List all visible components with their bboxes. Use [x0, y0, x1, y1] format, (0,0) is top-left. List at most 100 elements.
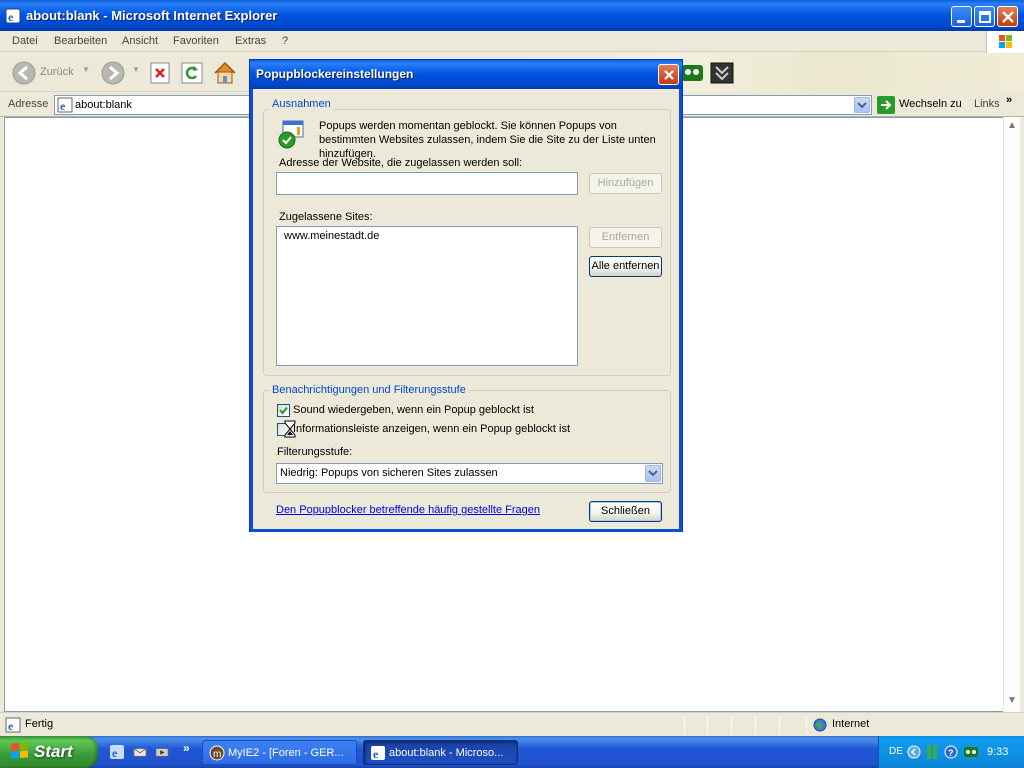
security-zone: Internet — [832, 718, 870, 730]
chevron-down-icon — [857, 102, 867, 109]
checkmark-icon — [279, 406, 288, 415]
popup-blocker-icon — [278, 120, 304, 149]
dialog-title: Popupblockereinstellungen — [256, 67, 414, 81]
site-address-input[interactable] — [276, 172, 578, 195]
status-bar: e Fertig Internet — [0, 712, 1024, 736]
status-divider — [684, 716, 685, 734]
messenger-tray-icon[interactable] — [963, 745, 979, 759]
ie-quicklaunch-icon[interactable]: e — [110, 745, 124, 759]
go-arrow-icon — [877, 96, 895, 114]
faq-link[interactable]: Den Popupblocker betreffende häufig gest… — [276, 504, 540, 516]
dialog-border — [679, 89, 682, 531]
mail-quicklaunch-icon[interactable] — [133, 745, 147, 759]
globe-icon — [813, 718, 827, 732]
stop-icon[interactable] — [150, 62, 170, 84]
clock[interactable]: 9:33 — [987, 746, 1008, 758]
extra-tool-icon[interactable] — [710, 62, 734, 84]
language-indicator[interactable]: DE — [889, 746, 903, 757]
notifications-group-title: Benachrichtigungen und Filterungsstufe — [270, 384, 468, 396]
filter-level-select[interactable]: Niedrig: Popups von sicheren Sites zulas… — [276, 463, 663, 484]
filter-level-value: Niedrig: Popups von sicheren Sites zulas… — [280, 467, 498, 479]
window-title: about:blank - Microsoft Internet Explore… — [26, 8, 278, 23]
dialog-close-button[interactable] — [658, 64, 679, 85]
messenger-icon[interactable] — [680, 62, 704, 84]
page-icon: e — [57, 97, 73, 113]
menu-file[interactable]: Datei — [12, 35, 38, 47]
close-button[interactable] — [997, 6, 1018, 27]
refresh-icon[interactable] — [181, 62, 203, 84]
start-label: Start — [34, 742, 73, 761]
svg-text:?: ? — [948, 748, 954, 758]
infobar-checkbox-label[interactable]: Informationsleiste anzeigen, wenn ein Po… — [293, 423, 570, 435]
svg-text:m: m — [213, 749, 221, 760]
dialog-border — [250, 529, 682, 532]
filter-level-label: Filterungsstufe: — [277, 446, 353, 458]
start-button[interactable]: Start — [0, 736, 98, 768]
menu-tools[interactable]: Extras — [235, 35, 266, 47]
close-icon — [1002, 11, 1014, 23]
menu-view[interactable]: Ansicht — [122, 35, 158, 47]
close-dialog-button[interactable]: Schließen — [589, 501, 662, 522]
minimize-button[interactable] — [951, 6, 972, 27]
exceptions-group-title: Ausnahmen — [270, 98, 333, 110]
filter-dropdown-button[interactable] — [645, 465, 661, 482]
myie2-icon: m — [209, 745, 225, 761]
links-chevron-icon[interactable]: » — [1006, 94, 1012, 106]
allowed-site-item[interactable]: www.meinestadt.de — [284, 230, 379, 242]
svg-text:e: e — [112, 746, 118, 759]
quicklaunch-overflow-icon[interactable]: » — [183, 741, 190, 755]
scroll-up-icon[interactable]: ▲ — [1007, 120, 1017, 131]
status-divider — [755, 716, 756, 734]
home-icon[interactable] — [212, 60, 238, 86]
back-button[interactable]: Zurück ▼ — [12, 61, 92, 85]
add-button[interactable]: Hinzufügen — [589, 173, 662, 194]
menu-bar: Datei Bearbeiten Ansicht Favoriten Extra… — [0, 31, 1024, 52]
network-tray-icon[interactable] — [926, 744, 938, 760]
vertical-scrollbar[interactable]: ▲ ▼ — [1003, 117, 1020, 712]
page-status-icon: e — [5, 717, 21, 733]
remove-all-button[interactable]: Alle entfernen — [589, 256, 662, 277]
go-label: Wechseln zu — [899, 98, 962, 110]
remove-button[interactable]: Entfernen — [589, 227, 662, 248]
forward-dropdown-icon[interactable]: ▼ — [132, 65, 140, 74]
sound-checkbox[interactable] — [277, 404, 290, 417]
taskbar-item-label: MyIE2 - [Foren - GER... — [228, 747, 344, 759]
windows-logo — [986, 31, 1024, 53]
sound-checkbox-label[interactable]: Sound wiedergeben, wenn ein Popup gebloc… — [293, 404, 534, 416]
allowed-sites-list[interactable]: www.meinestadt.de — [276, 226, 578, 366]
chevron-down-icon — [648, 470, 658, 477]
forward-button[interactable]: ▼ — [101, 61, 141, 85]
status-divider — [806, 716, 807, 734]
status-divider — [779, 716, 780, 734]
maximize-icon — [979, 11, 991, 23]
menu-edit[interactable]: Bearbeiten — [54, 35, 107, 47]
tray-expand-icon[interactable] — [907, 745, 921, 759]
minimize-icon — [957, 20, 965, 23]
windows-start-icon — [11, 742, 28, 759]
menu-help[interactable]: ? — [282, 35, 288, 47]
info-text: Popups werden momentan geblockt. Sie kön… — [319, 120, 656, 160]
close-icon — [664, 70, 674, 80]
dialog-titlebar[interactable]: Popupblockereinstellungen — [250, 60, 682, 89]
status-text: Fertig — [25, 718, 54, 730]
address-dropdown-button[interactable] — [854, 97, 870, 113]
svg-text:e: e — [60, 99, 66, 113]
media-quicklaunch-icon[interactable] — [155, 745, 169, 759]
svg-text:e: e — [8, 10, 14, 24]
system-tray: DE ? 9:33 — [878, 736, 1024, 768]
back-arrow-icon — [12, 61, 36, 85]
links-label[interactable]: Links — [974, 98, 1000, 110]
ie-task-icon: e — [371, 746, 385, 761]
menu-favorites[interactable]: Favoriten — [173, 35, 219, 47]
dialog-border — [250, 89, 253, 531]
maximize-button[interactable] — [974, 6, 995, 27]
taskbar-item-label: about:blank - Microso... — [389, 747, 504, 759]
window-titlebar[interactable]: e about:blank - Microsoft Internet Explo… — [0, 0, 1024, 31]
help-tray-icon[interactable]: ? — [944, 745, 958, 759]
taskbar-item-myie2[interactable]: m MyIE2 - [Foren - GER... — [202, 740, 357, 765]
scroll-down-icon[interactable]: ▼ — [1007, 695, 1017, 706]
svg-text:e: e — [8, 719, 14, 733]
status-divider — [707, 716, 708, 734]
taskbar-item-ie[interactable]: e about:blank - Microso... — [363, 740, 518, 765]
back-dropdown-icon[interactable]: ▼ — [82, 65, 90, 74]
